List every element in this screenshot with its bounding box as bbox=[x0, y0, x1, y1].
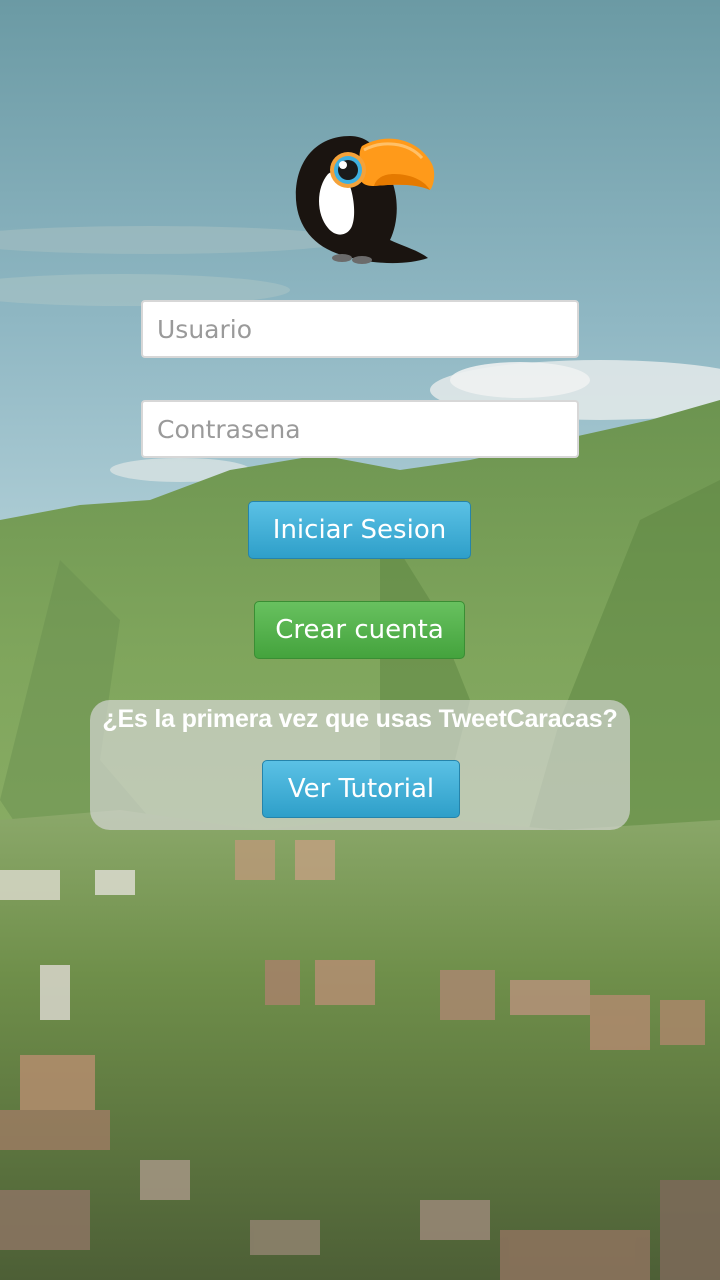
tutorial-button[interactable]: Ver Tutorial bbox=[262, 760, 460, 818]
password-input[interactable] bbox=[141, 400, 579, 458]
tutorial-panel: ¿Es la primera vez que usas TweetCaracas… bbox=[90, 700, 630, 830]
signup-button[interactable]: Crear cuenta bbox=[254, 601, 465, 659]
tutorial-question: ¿Es la primera vez que usas TweetCaracas… bbox=[102, 705, 618, 733]
username-input[interactable] bbox=[141, 300, 579, 358]
toucan-icon bbox=[290, 128, 438, 270]
login-button[interactable]: Iniciar Sesion bbox=[248, 501, 471, 559]
